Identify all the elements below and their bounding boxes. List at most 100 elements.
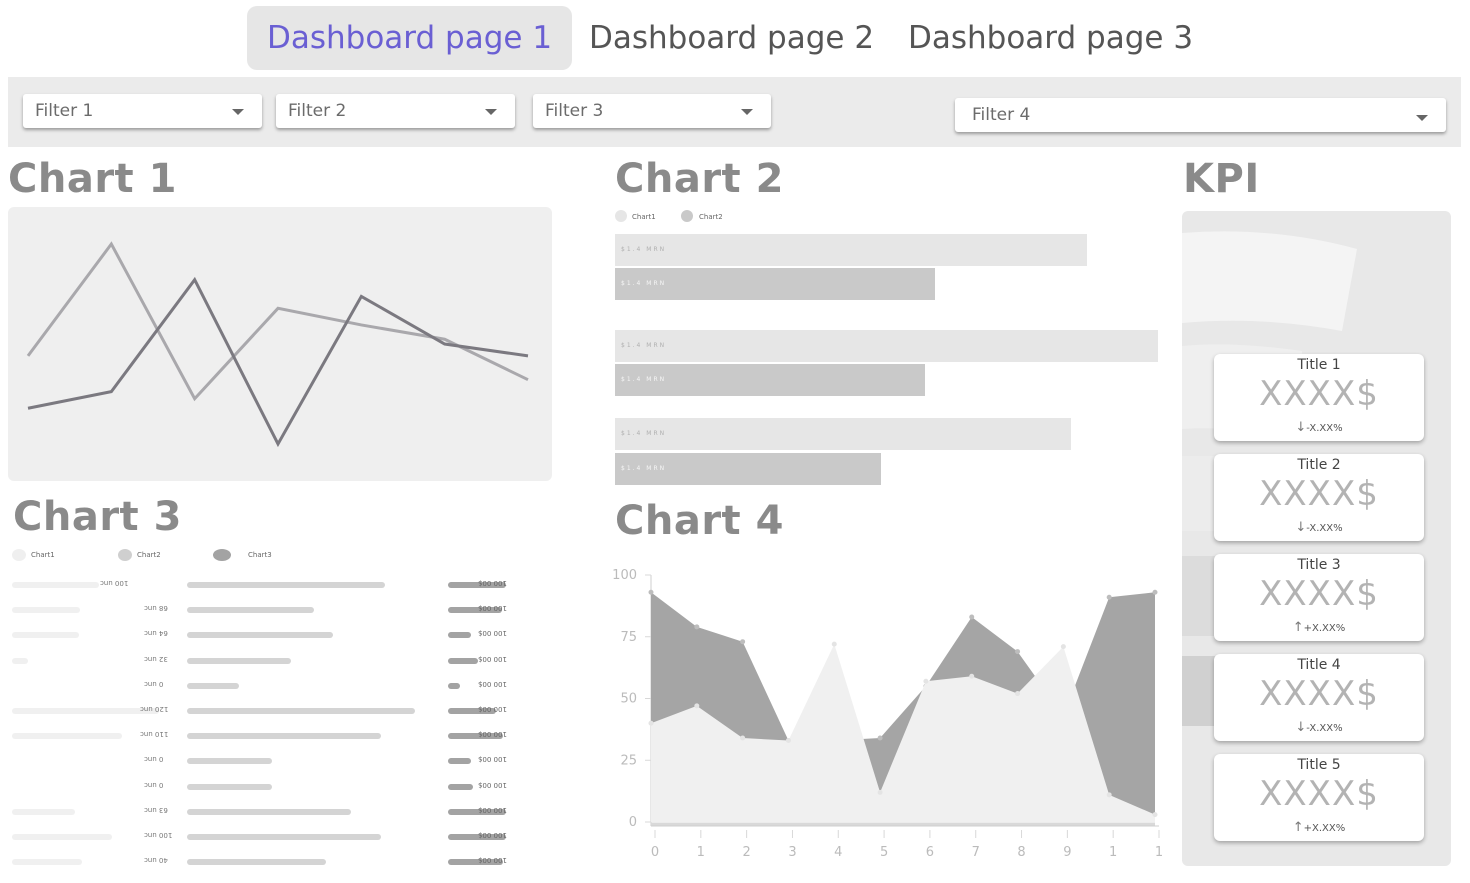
filter-3-dropdown[interactable]: Filter 3 bbox=[533, 94, 771, 128]
chart-4-x-tick-label: 8 bbox=[1017, 845, 1025, 860]
chart-1-series-line-1 bbox=[26, 241, 529, 402]
chart-2-bar: $1.4 MRN bbox=[615, 268, 936, 300]
chart-3-label-chart3: 100 00$ bbox=[478, 755, 507, 764]
kpi-card-delta: ↑+X.XX% bbox=[1214, 620, 1424, 635]
kpi-card-value: XXXX$ bbox=[1259, 774, 1379, 814]
chart-3-bar-chart2 bbox=[187, 708, 415, 714]
filter-3-label: Filter 3 bbox=[545, 101, 604, 121]
arrow-up-icon: ↑ bbox=[1292, 620, 1304, 635]
kpi-card-5[interactable]: Title 5 XXXX$ ↑+X.XX% bbox=[1214, 754, 1424, 841]
kpi-card-delta: ↓-X.XX% bbox=[1214, 520, 1424, 535]
table-row: 0 unc 100 00$ bbox=[8, 780, 518, 794]
arrow-down-icon: ↓ bbox=[1295, 720, 1307, 735]
chart-3-label-chart3: 100 00$ bbox=[478, 831, 507, 839]
kpi-card-delta-value: -X.XX% bbox=[1306, 523, 1343, 534]
chart-3-bar-chart2 bbox=[187, 607, 314, 614]
chart-4-point bbox=[1106, 792, 1112, 798]
chart-2-data-label: $1.4 MRN bbox=[621, 342, 667, 349]
chart-1-line-chart bbox=[26, 241, 529, 448]
chart-4-x-tick-label: 1 bbox=[697, 845, 705, 860]
legend-chart1-label: Chart1 bbox=[31, 551, 55, 559]
chart-3-bar-chart2 bbox=[187, 783, 272, 790]
chart-3-label-chart3: 100 00$ bbox=[478, 679, 507, 688]
chart-2-bar: $1.4 MRN bbox=[615, 364, 925, 396]
kpi-card-3[interactable]: Title 3 XXXX$ ↑+X.XX% bbox=[1214, 554, 1424, 641]
kpi-card-2[interactable]: Title 2 XXXX$ ↓-X.XX% bbox=[1214, 454, 1424, 541]
chart-3-label-chart3: 100 00$ bbox=[478, 705, 507, 713]
kpi-card-value: XXXX$ bbox=[1259, 674, 1379, 714]
chart-4-point bbox=[785, 737, 791, 743]
chart-4-x-tick-label: 7 bbox=[972, 845, 980, 860]
kpi-card-delta: ↓-X.XX% bbox=[1214, 720, 1424, 735]
chart-4-point bbox=[1015, 649, 1021, 655]
table-row: 0 unc 100 00$ bbox=[8, 754, 518, 768]
chart-4-point bbox=[694, 624, 700, 630]
kpi-card-value: XXXX$ bbox=[1259, 374, 1379, 414]
table-row: 32 unc 100 00$ bbox=[8, 654, 518, 668]
filter-1-dropdown[interactable]: Filter 1 bbox=[23, 94, 262, 128]
arrow-down-icon: ↓ bbox=[1295, 520, 1307, 535]
table-row: 64 unc 100 00$ bbox=[8, 628, 518, 642]
chart-4-x-tick-label: 9 bbox=[1063, 845, 1071, 860]
chart-3-label-chart1: 110 unc bbox=[140, 730, 169, 739]
tab-dashboard-page-2[interactable]: Dashboard page 2 bbox=[589, 6, 874, 70]
chart-4-y-tick-label: 100 bbox=[612, 568, 637, 583]
chart-2-bar: $1.4 MRN bbox=[615, 234, 1088, 266]
kpi-card-delta-value: +X.XX% bbox=[1303, 623, 1346, 634]
chart-4-point bbox=[694, 703, 700, 709]
chart-4-x-tick-label: 3 bbox=[788, 845, 796, 860]
chart-3-bar-chart2 bbox=[187, 808, 351, 815]
table-row: 63 unc 100 00$ bbox=[8, 805, 518, 819]
chart-3-bar-chart1 bbox=[12, 859, 82, 866]
chevron-down-icon bbox=[232, 109, 244, 115]
chart-4-x-tick-label: 1 bbox=[1109, 845, 1117, 860]
chart-4-point bbox=[877, 735, 883, 741]
chart-4-point bbox=[1060, 644, 1066, 650]
chart-4-point bbox=[923, 678, 929, 684]
chart-3-label-chart3: 100 00$ bbox=[478, 579, 507, 587]
chart-1-title: Chart 1 bbox=[8, 156, 177, 202]
kpi-card-title: Title 5 bbox=[1297, 757, 1341, 773]
filter-2-dropdown[interactable]: Filter 2 bbox=[276, 94, 515, 128]
chart-3-label-chart1: 63 unc bbox=[144, 805, 168, 814]
chevron-down-icon bbox=[485, 109, 497, 115]
chart-3-label-chart1: 0 unc bbox=[144, 780, 164, 789]
filter-1-label: Filter 1 bbox=[35, 101, 94, 121]
chart-4-point bbox=[969, 614, 975, 620]
chart-3-label-chart1: 100 unc bbox=[100, 579, 129, 587]
kpi-card-delta: ↑+X.XX% bbox=[1214, 820, 1424, 835]
chart-3-bar-chart1 bbox=[12, 657, 28, 664]
chart-4-point bbox=[1015, 691, 1021, 697]
tab-dashboard-page-3[interactable]: Dashboard page 3 bbox=[908, 6, 1193, 70]
legend-chart3-swatch bbox=[213, 549, 231, 561]
chart-2-data-label: $1.4 MRN bbox=[621, 430, 667, 437]
chart-4-point bbox=[740, 735, 746, 741]
chart-4-x-tick-label: 6 bbox=[926, 845, 934, 860]
chart-2-bar: $1.4 MRN bbox=[615, 418, 1072, 450]
tab-dashboard-page-1[interactable]: Dashboard page 1 bbox=[247, 6, 573, 70]
chart-3-bar-chart2 bbox=[187, 657, 291, 664]
chart-4-x-tick-label: 0 bbox=[651, 845, 659, 860]
chevron-down-icon bbox=[1416, 115, 1428, 121]
chart-4-y-tick-label: 0 bbox=[629, 815, 637, 830]
chart-3-bar-chart1 bbox=[12, 582, 99, 588]
chart-3-label-chart1: 0 unc bbox=[144, 679, 164, 688]
kpi-card-delta-value: -X.XX% bbox=[1306, 723, 1343, 734]
chart-4-point bbox=[877, 789, 883, 795]
chart-3-label-chart1: 120 unc bbox=[140, 705, 169, 713]
legend-chart1-label: Chart1 bbox=[632, 213, 656, 221]
chart-3-label-chart3: 100 00$ bbox=[478, 856, 507, 865]
chart-4-point bbox=[1152, 812, 1158, 818]
arrow-down-icon: ↓ bbox=[1295, 420, 1307, 435]
kpi-card-delta-value: -X.XX% bbox=[1306, 423, 1343, 434]
chart-3-label-chart1: 40 unc bbox=[144, 856, 168, 865]
chart-3-bar-chart1 bbox=[12, 632, 79, 639]
kpi-card-value: XXXX$ bbox=[1259, 474, 1379, 514]
filter-4-dropdown[interactable]: Filter 4 bbox=[955, 98, 1446, 132]
kpi-card-1[interactable]: Title 1 XXXX$ ↓-X.XX% bbox=[1214, 354, 1424, 441]
chart-4-point bbox=[1152, 589, 1158, 595]
chart-3-title: Chart 3 bbox=[13, 494, 182, 540]
kpi-card-4[interactable]: Title 4 XXXX$ ↓-X.XX% bbox=[1214, 654, 1424, 741]
table-row: 120 unc 100 00$ bbox=[8, 704, 518, 718]
kpi-title: KPI bbox=[1183, 156, 1260, 202]
